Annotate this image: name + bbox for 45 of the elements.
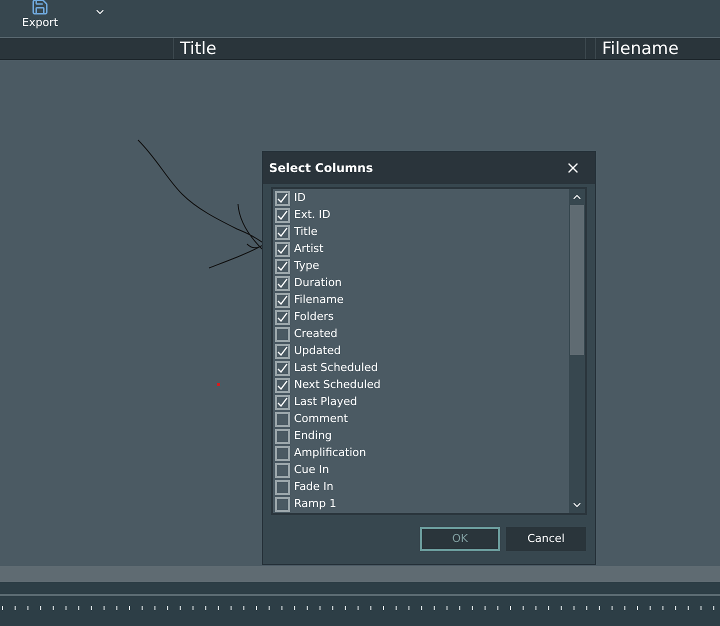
column-option[interactable]: Updated [275, 343, 569, 360]
checkbox[interactable] [275, 395, 290, 410]
checkbox[interactable] [275, 208, 290, 223]
column-option[interactable]: Ext. ID [275, 207, 569, 224]
dialog-title: Select Columns [269, 160, 373, 177]
column-option[interactable]: Last Played [275, 394, 569, 411]
column-option[interactable]: Fade In [275, 479, 569, 496]
cancel-button[interactable]: Cancel [506, 527, 586, 551]
column-option[interactable]: Artist [275, 241, 569, 258]
column-header[interactable]: Title [174, 38, 586, 59]
column-option[interactable]: Cue In [275, 462, 569, 479]
column-option[interactable]: Next Scheduled [275, 377, 569, 394]
column-option[interactable]: Title [275, 224, 569, 241]
checkbox[interactable] [275, 429, 290, 444]
checkbox[interactable] [275, 446, 290, 461]
checkbox[interactable] [275, 191, 290, 206]
column-option[interactable]: Last Scheduled [275, 360, 569, 377]
checkbox[interactable] [275, 463, 290, 478]
export-button[interactable]: Export [22, 0, 58, 29]
checkbox[interactable] [275, 344, 290, 359]
checkbox[interactable] [275, 412, 290, 427]
column-option[interactable]: Ending [275, 428, 569, 445]
checkbox[interactable] [275, 259, 290, 274]
column-option[interactable]: Amplification [275, 445, 569, 462]
checkbox[interactable] [275, 242, 290, 257]
column-option[interactable]: Created [275, 326, 569, 343]
checkbox[interactable] [275, 327, 290, 342]
checkbox[interactable] [275, 378, 290, 393]
column-option[interactable]: ID [275, 190, 569, 207]
column-option[interactable]: Folders [275, 309, 569, 326]
column-header[interactable]: Filename [596, 38, 720, 59]
checkbox[interactable] [275, 310, 290, 325]
column-option[interactable]: Filename [275, 292, 569, 309]
checkbox[interactable] [275, 361, 290, 376]
checkbox[interactable] [275, 480, 290, 495]
column-option[interactable]: Ramp 1 [275, 496, 569, 513]
column-option[interactable]: Comment [275, 411, 569, 428]
checkbox[interactable] [275, 276, 290, 291]
save-icon [31, 0, 49, 16]
checkbox[interactable] [275, 497, 290, 512]
checkbox[interactable] [275, 293, 290, 308]
checkbox[interactable] [275, 225, 290, 240]
column-option[interactable]: Duration [275, 275, 569, 292]
column-option[interactable]: Type [275, 258, 569, 275]
scrollbar[interactable] [569, 189, 585, 513]
